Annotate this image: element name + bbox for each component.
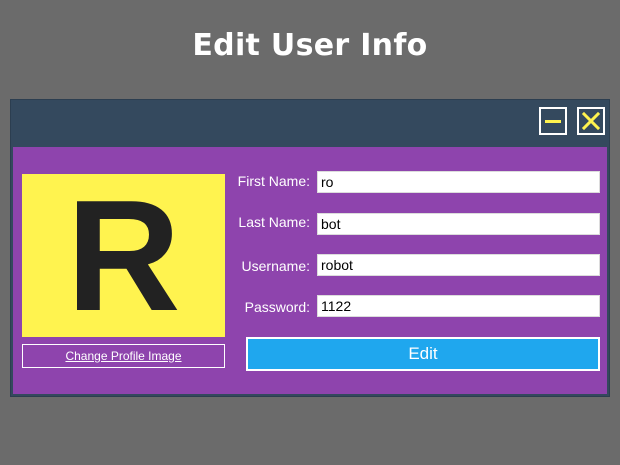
minimize-icon (545, 120, 561, 123)
close-button[interactable] (577, 107, 605, 135)
password-label: Password: (244, 299, 310, 315)
first-name-label: First Name: (237, 173, 310, 189)
change-profile-image-link[interactable]: Change Profile Image (22, 344, 225, 368)
first-name-field[interactable] (317, 171, 600, 193)
minimize-button[interactable] (539, 107, 567, 135)
window-titlebar[interactable] (11, 100, 609, 146)
avatar-letter: R (66, 167, 181, 344)
last-name-label: Last Name: (238, 214, 310, 230)
profile-avatar: R (22, 174, 225, 337)
close-icon (581, 111, 601, 131)
slide-title: Edit User Info (192, 28, 428, 63)
last-name-field[interactable] (317, 213, 600, 235)
username-label: Username: (241, 258, 310, 274)
window-content: R Change Profile Image First Name: Last … (13, 147, 607, 394)
edit-user-window: R Change Profile Image First Name: Last … (10, 99, 610, 397)
username-field[interactable] (317, 254, 600, 276)
edit-button[interactable]: Edit (246, 337, 600, 371)
password-field[interactable] (317, 295, 600, 317)
